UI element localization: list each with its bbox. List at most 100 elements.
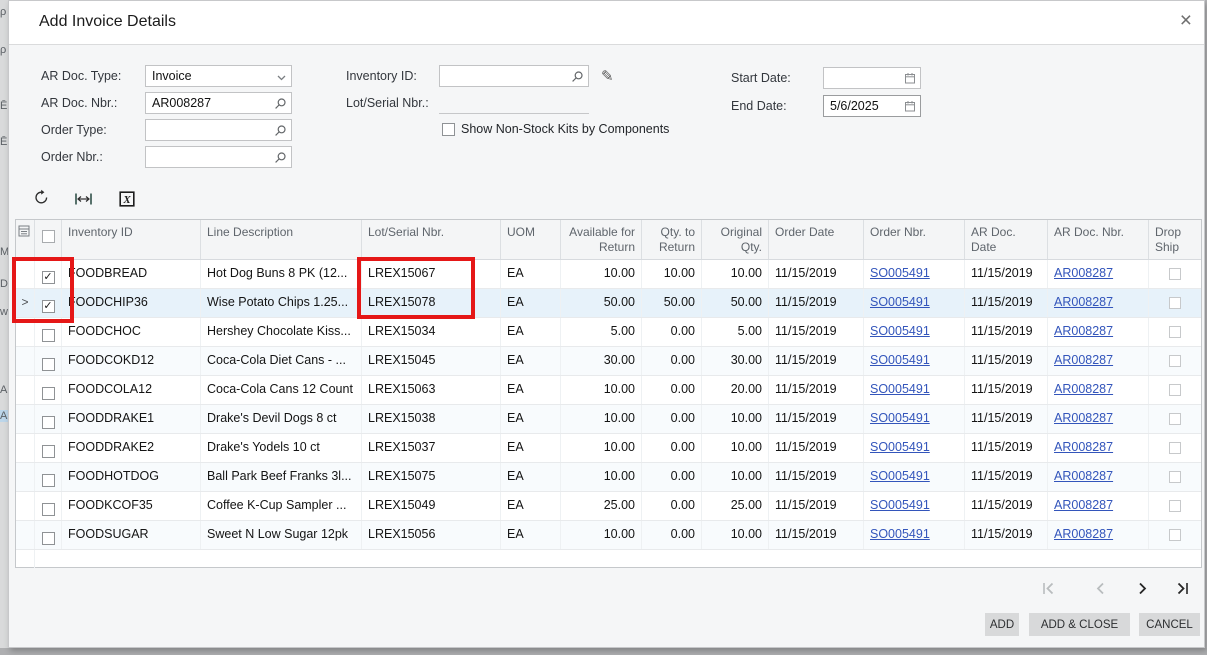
ar-doc-nbr-link[interactable]: AR008287 <box>1054 440 1113 454</box>
ar-doc-nbr-link[interactable]: AR008287 <box>1054 498 1113 512</box>
cell-drop-ship[interactable] <box>1149 521 1201 549</box>
ar-doc-nbr-link[interactable]: AR008287 <box>1054 411 1113 425</box>
last-page-button[interactable] <box>1171 578 1193 598</box>
col-header-available-for-return[interactable]: Available for Return <box>561 220 642 259</box>
refresh-icon <box>34 189 47 203</box>
order-type-input[interactable] <box>145 119 292 141</box>
cell-line-description: Coca-Cola Cans 12 Count <box>201 376 362 404</box>
cell-order-nbr: SO005491 <box>864 492 965 520</box>
col-header-qty-to-return[interactable]: Qty. to Return <box>642 220 702 259</box>
cell-qty-to-return: 0.00 <box>642 376 702 404</box>
row-checkbox[interactable] <box>35 347 62 375</box>
col-header-order-nbr[interactable]: Order Nbr. <box>864 220 965 259</box>
cell-drop-ship[interactable] <box>1149 260 1201 288</box>
ar-doc-nbr-link[interactable]: AR008287 <box>1054 295 1113 309</box>
row-checkbox[interactable] <box>35 405 62 433</box>
col-header-inventory-id[interactable]: Inventory ID <box>62 220 201 259</box>
ar-doc-nbr-link[interactable]: AR008287 <box>1054 469 1113 483</box>
order-nbr-link[interactable]: SO005491 <box>870 324 930 338</box>
table-row[interactable]: ✓ FOODBREAD Hot Dog Buns 8 PK (12... LREX15… <box>16 260 1201 289</box>
cell-ar-doc-nbr: AR008287 <box>1048 434 1149 462</box>
ar-doc-nbr-input[interactable]: AR008287 <box>145 92 292 114</box>
order-nbr-link[interactable]: SO005491 <box>870 411 930 425</box>
row-checkbox[interactable] <box>35 521 62 549</box>
inventory-id-input[interactable] <box>439 65 589 87</box>
cell-line-description: Wise Potato Chips 1.25... <box>201 289 362 317</box>
first-page-button[interactable] <box>1037 578 1059 598</box>
cell-drop-ship[interactable] <box>1149 434 1201 462</box>
order-nbr-input[interactable] <box>145 146 292 168</box>
order-nbr-link[interactable]: SO005491 <box>870 266 930 280</box>
order-nbr-link[interactable]: SO005491 <box>870 527 930 541</box>
ar-doc-type-select[interactable]: Invoice <box>145 65 292 87</box>
cell-qty-to-return: 50.00 <box>642 289 702 317</box>
fit-to-width-button[interactable] <box>73 189 93 209</box>
ar-doc-nbr-link[interactable]: AR008287 <box>1054 353 1113 367</box>
row-checkbox[interactable] <box>35 318 62 346</box>
show-non-stock-kits-option[interactable]: Show Non-Stock Kits by Components <box>442 122 669 136</box>
search-icon <box>274 150 287 170</box>
col-header-drop-ship[interactable]: Drop Ship <box>1149 220 1201 259</box>
order-nbr-link[interactable]: SO005491 <box>870 353 930 367</box>
cancel-button[interactable]: CANCEL <box>1139 613 1200 636</box>
select-all-checkbox[interactable] <box>35 220 62 259</box>
next-page-button[interactable] <box>1131 578 1153 598</box>
table-row[interactable]: FOODCOLA12 Coca-Cola Cans 12 Count LREX150… <box>16 376 1201 405</box>
export-to-excel-button[interactable]: X <box>117 189 137 209</box>
col-header-uom[interactable]: UOM <box>501 220 561 259</box>
table-row[interactable]: FOODCHOC Hershey Chocolate Kiss... LREX150… <box>16 318 1201 347</box>
cell-line-description: Hershey Chocolate Kiss... <box>201 318 362 346</box>
end-date-input[interactable]: 5/6/2025 <box>823 95 921 117</box>
cell-drop-ship[interactable] <box>1149 376 1201 404</box>
cell-drop-ship[interactable] <box>1149 289 1201 317</box>
add-button[interactable]: ADD <box>985 613 1019 636</box>
col-header-line-description[interactable]: Line Description <box>201 220 362 259</box>
table-row[interactable]: FOODKCOF35 Coffee K-Cup Sampler ... LREX15… <box>16 492 1201 521</box>
order-nbr-link[interactable]: SO005491 <box>870 295 930 309</box>
row-checkbox[interactable]: ✓ <box>35 260 62 288</box>
row-checkbox[interactable] <box>35 376 62 404</box>
table-row[interactable]: FOODDRAKE1 Drake's Devil Dogs 8 ct LREX150… <box>16 405 1201 434</box>
close-icon[interactable]: × <box>1180 9 1192 33</box>
row-checkbox[interactable] <box>35 492 62 520</box>
cell-drop-ship[interactable] <box>1149 492 1201 520</box>
previous-page-button[interactable] <box>1089 578 1111 598</box>
row-checkbox[interactable]: ✓ <box>35 289 62 317</box>
background-fragment: Ē <box>0 136 8 148</box>
start-date-input[interactable] <box>823 67 921 89</box>
table-row[interactable]: FOODSUGAR Sweet N Low Sugar 12pk LREX15056… <box>16 521 1201 550</box>
ar-doc-nbr-link[interactable]: AR008287 <box>1054 324 1113 338</box>
cell-drop-ship[interactable] <box>1149 405 1201 433</box>
order-nbr-link[interactable]: SO005491 <box>870 440 930 454</box>
add-and-close-button[interactable]: ADD & CLOSE <box>1029 613 1130 636</box>
grid-settings-icon[interactable] <box>16 220 35 259</box>
col-header-ar-doc-date[interactable]: AR Doc. Date <box>965 220 1048 259</box>
table-row[interactable]: FOODHOTDOG Ball Park Beef Franks 3l... LRE… <box>16 463 1201 492</box>
col-header-order-date[interactable]: Order Date <box>769 220 864 259</box>
order-nbr-link[interactable]: SO005491 <box>870 498 930 512</box>
cell-drop-ship[interactable] <box>1149 463 1201 491</box>
cell-ar-doc-date: 11/15/2019 <box>965 492 1048 520</box>
pencil-icon[interactable]: ✎ <box>601 67 614 85</box>
show-non-stock-kits-checkbox[interactable] <box>442 122 455 136</box>
order-nbr-link[interactable]: SO005491 <box>870 469 930 483</box>
cell-drop-ship[interactable] <box>1149 318 1201 346</box>
cell-drop-ship[interactable] <box>1149 347 1201 375</box>
cell-qty-to-return: 0.00 <box>642 434 702 462</box>
lot-serial-input[interactable] <box>439 92 589 114</box>
col-header-original-qty[interactable]: Original Qty. <box>702 220 769 259</box>
table-row[interactable]: > ✓ FOODCHIP36 Wise Potato Chips 1.25... LRE… <box>16 289 1201 318</box>
order-nbr-link[interactable]: SO005491 <box>870 382 930 396</box>
col-header-ar-doc-nbr[interactable]: AR Doc. Nbr. <box>1048 220 1149 259</box>
ar-doc-nbr-link[interactable]: AR008287 <box>1054 527 1113 541</box>
row-checkbox[interactable] <box>35 434 62 462</box>
order-nbr-label: Order Nbr.: <box>41 150 103 164</box>
table-row[interactable]: FOODDRAKE2 Drake's Yodels 10 ct LREX15037 E… <box>16 434 1201 463</box>
ar-doc-nbr-link[interactable]: AR008287 <box>1054 266 1113 280</box>
col-header-lot-serial-nbr[interactable]: Lot/Serial Nbr. <box>362 220 501 259</box>
search-icon <box>571 69 584 89</box>
refresh-button[interactable] <box>31 187 51 207</box>
table-row[interactable]: FOODCOKD12 Coca-Cola Diet Cans - ... LREX1… <box>16 347 1201 376</box>
ar-doc-nbr-link[interactable]: AR008287 <box>1054 382 1113 396</box>
row-checkbox[interactable] <box>35 463 62 491</box>
